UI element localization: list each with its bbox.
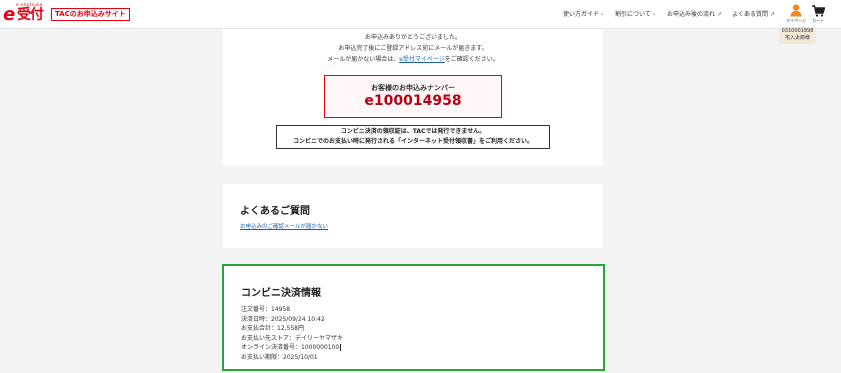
- mypage-button[interactable]: マイページ: [786, 4, 806, 26]
- logo-text: 受付: [17, 7, 44, 23]
- convenience-payment-title: コンビニ決済情報: [241, 288, 321, 299]
- chevron-right-icon: ›: [652, 11, 656, 18]
- external-link-icon: ↗: [770, 11, 776, 18]
- member-id: 0310001898: [781, 28, 814, 34]
- member-name: 宅入太郎様: [784, 35, 810, 41]
- application-number: e100014958: [364, 93, 462, 109]
- receipt-notice-line2: コンビニでのお支払い時に発行される「インターネット受付領収書」をご利用ください。: [292, 138, 533, 145]
- payment-store: お支払い先ストア：デイリーヤマザキ: [241, 334, 344, 342]
- member-info-badge: 0310001898 宅入太郎様: [779, 27, 816, 44]
- nav-after-application[interactable]: お申込み後の流れ ↗: [667, 11, 722, 19]
- user-icon: [790, 4, 802, 17]
- email-missing-text-after: をご確認ください。: [444, 56, 499, 63]
- payment-total: お支払合計：12,558円: [241, 325, 304, 333]
- faq-link-confirmation-email[interactable]: お申込みのご確認メールが届かない: [240, 222, 328, 230]
- payment-datetime: 決済日時：2025/09/24 10:42: [241, 315, 325, 323]
- faq-title: よくあるご質問: [240, 206, 310, 217]
- application-number-label: お客様のお申込みナンバー: [371, 84, 455, 92]
- nav-discount[interactable]: 割引について ›: [615, 11, 655, 19]
- nav-label: 割引について: [615, 11, 651, 18]
- nav-label: よくある質問: [732, 11, 769, 18]
- receipt-notice-line1: コンビニ決済の領収証は、TACでは発行できません。: [340, 128, 486, 135]
- site-header: e-uketsuke e 受付 TACのお申込みサイト 使い方ガイド › 割引につ…: [0, 0, 841, 29]
- site-badge: TACのお申込みサイト: [51, 8, 130, 21]
- online-payment-number[interactable]: オンライン決済番号：1000000100: [241, 344, 339, 351]
- thanks-message: お申込みありがとうございました。: [364, 34, 461, 41]
- receipt-notice: コンビニ決済の領収証は、TACでは発行できません。 コンビニでのお支払い時に発行…: [276, 125, 550, 149]
- text-cursor: [340, 344, 342, 352]
- nav-label: お申込み後の流れ: [667, 11, 716, 18]
- cart-label: カート: [812, 18, 824, 23]
- mypage-link[interactable]: e受付マイページ: [399, 56, 445, 63]
- nav-usage-guide[interactable]: 使い方ガイド ›: [563, 11, 603, 19]
- external-link-icon: ↗: [717, 11, 723, 18]
- chevron-right-icon: ›: [601, 11, 604, 18]
- cart-button[interactable]: カート: [808, 4, 828, 26]
- convenience-payment-card: コンビニ決済情報 注文番号：14958 決済日時：2025/09/24 10:4…: [222, 264, 605, 371]
- application-number-box: お客様のお申込みナンバー e100014958: [324, 75, 502, 118]
- e-uketsuke-logo[interactable]: e-uketsuke e 受付: [3, 2, 47, 25]
- payment-deadline: お支払い期限：2025/10/01: [241, 353, 318, 361]
- logo-e-mark: e: [3, 4, 16, 25]
- cart-icon: [812, 5, 825, 17]
- online-payment-number-row[interactable]: オンライン決済番号：1000000100: [241, 343, 343, 353]
- email-missing-notice: メールが届かない場合は、e受付マイページをご確認ください。: [223, 54, 603, 65]
- email-notice: お申込完了後にご登録アドレス宛にメールが届きます。: [338, 45, 488, 52]
- nav-faq[interactable]: よくある質問 ↗: [732, 11, 775, 19]
- order-number: 注文番号：14958: [241, 306, 291, 313]
- convenience-payment-details: 注文番号：14958 決済日時：2025/09/24 10:42 お支払合計：1…: [241, 305, 343, 363]
- nav-label: 使い方ガイド: [563, 11, 600, 18]
- email-missing-text: メールが届かない場合は、: [327, 56, 400, 63]
